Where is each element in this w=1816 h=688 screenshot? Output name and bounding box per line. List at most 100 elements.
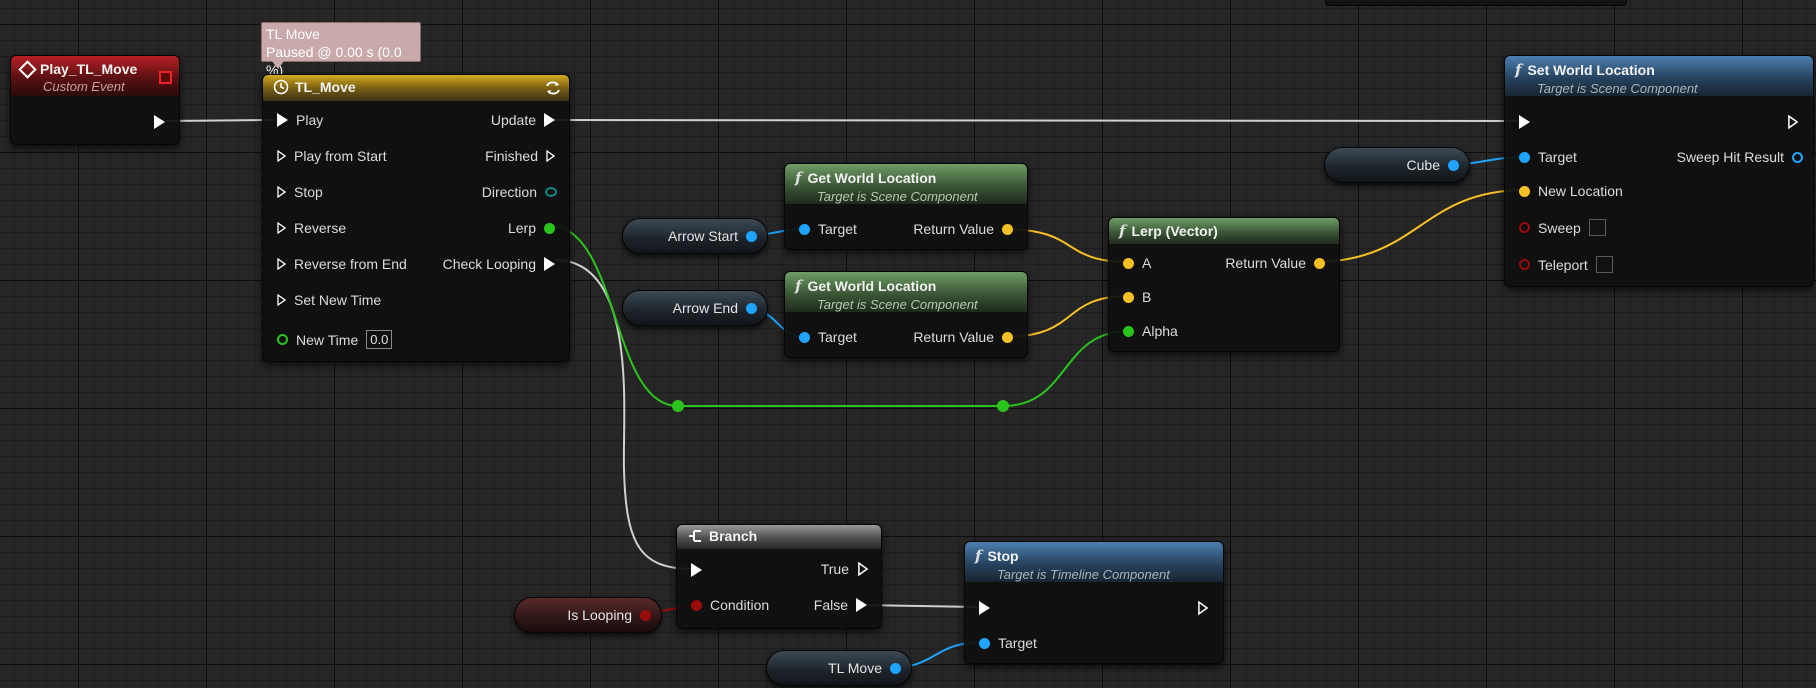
arrow-end-variable[interactable]: Arrow End — [622, 290, 768, 326]
lerp-alpha-pin[interactable]: Alpha — [1123, 323, 1178, 339]
pin-update[interactable]: Update — [491, 112, 555, 128]
pin-lerp-label: Lerp — [507, 220, 536, 236]
swl-sweep-label: Sweep — [1538, 219, 1581, 236]
pin-finished[interactable]: Finished — [485, 148, 555, 164]
swl-teleport-pin[interactable]: Teleport — [1519, 256, 1613, 273]
object-pin-icon[interactable] — [746, 230, 757, 242]
float-pin-icon[interactable] — [544, 222, 555, 234]
object-pin-icon[interactable] — [979, 637, 990, 649]
function-header[interactable]: f Stop Target is Timeline Component — [965, 542, 1223, 582]
branch-false-pin[interactable]: False — [814, 597, 867, 613]
swl-sweep-hit-pin[interactable]: Sweep Hit Result — [1677, 149, 1803, 165]
swl-exec-out-pin[interactable] — [1787, 115, 1799, 129]
branch-node[interactable]: Branch Condition True False — [676, 524, 882, 629]
lerp-return-pin[interactable]: Return Value — [1225, 255, 1325, 271]
lerp-b-pin[interactable]: B — [1123, 289, 1151, 305]
arrow-start-variable[interactable]: Arrow Start — [622, 218, 768, 254]
vector-pin-icon[interactable] — [1519, 185, 1530, 197]
exec-out-icon[interactable] — [857, 562, 869, 576]
pin-play-from-start[interactable]: Play from Start — [277, 148, 387, 164]
cube-variable[interactable]: Cube — [1324, 147, 1470, 183]
gwl2-target-pin[interactable]: Target — [799, 329, 857, 345]
exec-in-icon[interactable] — [277, 258, 286, 270]
swl-exec-in-pin[interactable] — [1519, 115, 1530, 129]
exec-out-icon[interactable] — [544, 113, 555, 127]
gwl2-return-pin[interactable]: Return Value — [913, 329, 1013, 345]
exec-in-icon[interactable] — [277, 150, 286, 162]
swl-target-pin[interactable]: Target — [1519, 149, 1577, 165]
delegate-pin-icon[interactable] — [159, 71, 172, 84]
vector-pin-icon[interactable] — [1123, 291, 1134, 303]
get-world-location-node-1[interactable]: f Get World Location Target is Scene Comp… — [784, 163, 1028, 250]
exec-out-icon[interactable] — [856, 598, 867, 612]
pin-new-time[interactable]: New Time 0.0 — [277, 330, 393, 349]
pin-reverse-from-end[interactable]: Reverse from End — [277, 256, 407, 272]
object-pin-icon[interactable] — [799, 223, 810, 235]
sweep-checkbox[interactable] — [1588, 219, 1606, 236]
vector-pin-icon[interactable] — [1002, 331, 1013, 343]
exec-in-icon[interactable] — [277, 186, 286, 198]
bool-pin-icon[interactable] — [640, 609, 651, 621]
vector-pin-icon[interactable] — [1002, 223, 1013, 235]
branch-exec-in-pin[interactable] — [691, 563, 702, 577]
function-header[interactable]: f Get World Location Target is Scene Comp… — [785, 272, 1027, 312]
set-world-location-node[interactable]: f Set World Location Target is Scene Comp… — [1504, 55, 1814, 287]
float-pin-icon[interactable] — [277, 334, 288, 345]
branch-condition-pin[interactable]: Condition — [691, 597, 769, 613]
vector-pin-icon[interactable] — [1123, 257, 1134, 269]
vector-pin-icon[interactable] — [1314, 257, 1325, 269]
gwl2-target-label: Target — [818, 329, 857, 345]
bool-pin-icon[interactable] — [1519, 222, 1530, 233]
object-pin-icon[interactable] — [1519, 151, 1530, 163]
timeline-header[interactable]: TL_Move — [263, 75, 569, 101]
pin-direction[interactable]: Direction — [482, 184, 557, 200]
timeline-node[interactable]: TL_Move Play Play from Start Stop Revers… — [262, 74, 570, 362]
function-header[interactable]: f Lerp (Vector) — [1109, 218, 1339, 244]
new-time-input[interactable]: 0.0 — [366, 330, 393, 349]
event-exec-out-pin[interactable] — [154, 115, 165, 129]
function-icon: f — [795, 169, 802, 187]
gwl1-target-pin[interactable]: Target — [799, 221, 857, 237]
object-pin-icon[interactable] — [746, 302, 757, 314]
float-pin-icon[interactable] — [1123, 325, 1134, 337]
branch-header[interactable]: Branch — [677, 525, 881, 549]
bool-pin-icon[interactable] — [1519, 259, 1530, 270]
pin-reverse[interactable]: Reverse — [277, 220, 346, 236]
struct-pin-icon[interactable] — [1792, 151, 1803, 163]
pin-stop[interactable]: Stop — [277, 184, 323, 200]
pin-direction-label: Direction — [481, 184, 537, 200]
object-pin-icon[interactable] — [890, 662, 901, 674]
pin-check-looping[interactable]: Check Looping — [443, 256, 555, 272]
is-looping-variable[interactable]: Is Looping — [514, 597, 662, 633]
object-pin-icon[interactable] — [799, 331, 810, 343]
gwl1-return-pin[interactable]: Return Value — [913, 221, 1013, 237]
pin-play[interactable]: Play — [277, 112, 323, 128]
get-world-location-node-2[interactable]: f Get World Location Target is Scene Comp… — [784, 271, 1028, 358]
stop-target-pin[interactable]: Target — [979, 635, 1037, 651]
custom-event-node[interactable]: Play_TL_Move Custom Event — [10, 55, 180, 145]
exec-in-icon[interactable] — [277, 113, 288, 127]
object-pin-icon[interactable] — [1448, 159, 1459, 171]
bool-pin-icon[interactable] — [691, 599, 702, 611]
branch-true-pin[interactable]: True — [821, 561, 869, 577]
stop-node[interactable]: f Stop Target is Timeline Component Targe… — [964, 541, 1224, 664]
swl-sweep-pin[interactable]: Sweep — [1519, 219, 1606, 236]
tl-move-variable[interactable]: TL Move — [766, 650, 912, 686]
function-header[interactable]: f Get World Location Target is Scene Comp… — [785, 164, 1027, 204]
swl-new-location-pin[interactable]: New Location — [1519, 183, 1623, 199]
lerp-a-pin[interactable]: A — [1123, 255, 1151, 271]
exec-in-icon[interactable] — [277, 294, 286, 306]
stop-exec-out-pin[interactable] — [1197, 601, 1209, 615]
stop-exec-in-pin[interactable] — [979, 601, 990, 615]
event-header[interactable]: Play_TL_Move Custom Event — [11, 56, 179, 96]
branch-false-label: False — [813, 597, 848, 613]
pin-set-new-time[interactable]: Set New Time — [277, 292, 381, 308]
lerp-vector-node[interactable]: f Lerp (Vector) A B Alpha Return Value — [1108, 217, 1340, 352]
exec-out-icon[interactable] — [544, 257, 555, 271]
function-header[interactable]: f Set World Location Target is Scene Comp… — [1505, 56, 1813, 96]
teleport-checkbox[interactable] — [1595, 256, 1613, 273]
pin-lerp[interactable]: Lerp — [508, 220, 555, 236]
enum-pin-icon[interactable] — [545, 187, 557, 197]
exec-out-icon[interactable] — [546, 150, 555, 162]
exec-in-icon[interactable] — [277, 222, 286, 234]
